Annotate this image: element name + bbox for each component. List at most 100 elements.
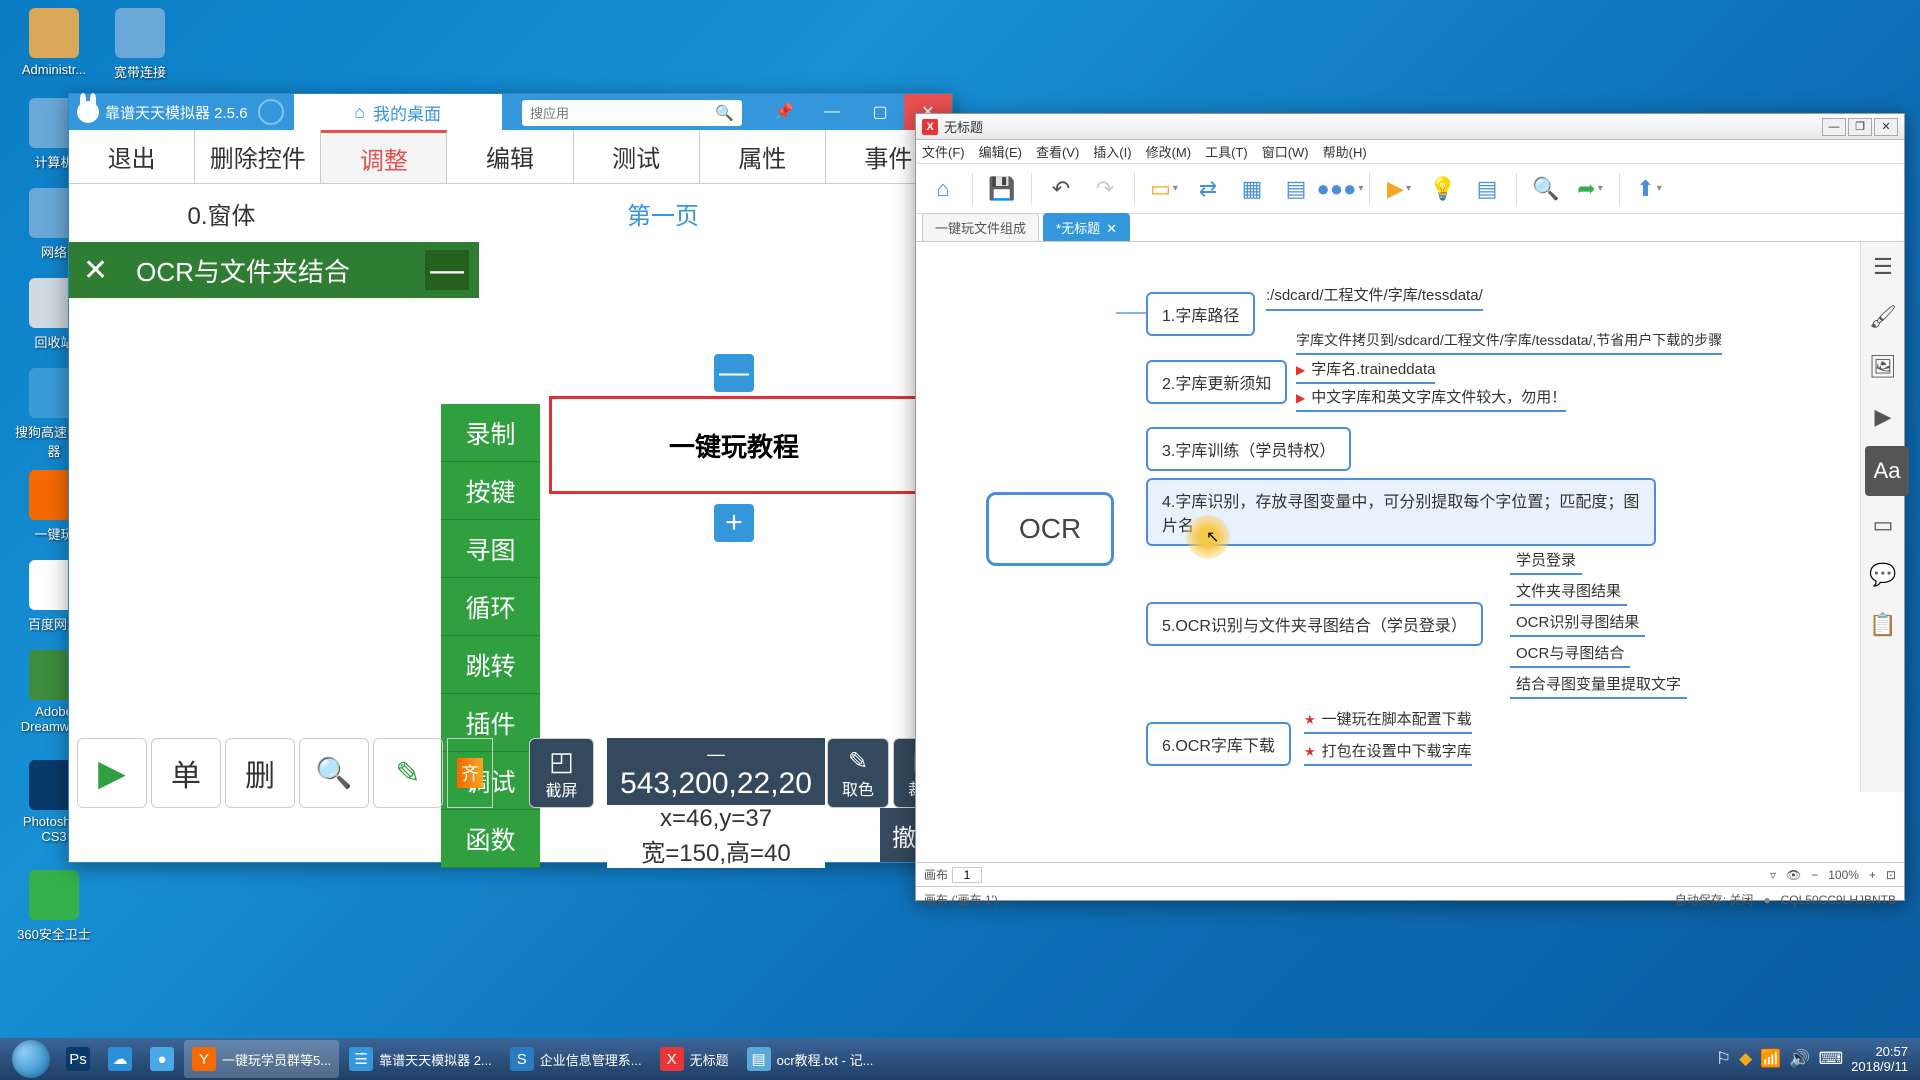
play-button[interactable]: ▶ xyxy=(77,738,147,808)
tutorial-element[interactable]: 一键玩教程 xyxy=(549,396,919,494)
tray-shield-icon[interactable]: ◆ xyxy=(1739,1049,1752,1069)
btn-loop[interactable]: 循环 xyxy=(441,578,540,636)
gantt-icon[interactable]: ▤ xyxy=(1468,170,1506,208)
sub-5-1[interactable]: 学员登录 xyxy=(1510,546,1582,575)
page-label[interactable]: 第一页 xyxy=(374,184,952,242)
zoom-icon[interactable]: 🔍 xyxy=(1527,170,1565,208)
notes-icon[interactable]: ▭ xyxy=(1861,500,1905,550)
mindmap-canvas[interactable]: OCR 1.字库路径 :/sdcard/工程文件/字库/tessdata/ 2.… xyxy=(916,242,1904,862)
btn-jump[interactable]: 跳转 xyxy=(441,636,540,694)
fit-icon[interactable]: ⊡ xyxy=(1886,868,1896,882)
tray-input-icon[interactable]: ⌨ xyxy=(1819,1049,1844,1069)
user-avatar-icon[interactable] xyxy=(258,99,284,125)
redo-icon[interactable]: ↷ xyxy=(1086,170,1124,208)
format-icon[interactable]: 🖌 xyxy=(1861,292,1905,342)
btn-exit[interactable]: 退出 xyxy=(69,130,195,183)
align-tool[interactable]: 齐 xyxy=(447,738,493,808)
brainstorm-icon[interactable]: 💡 xyxy=(1424,170,1462,208)
ocr-chip[interactable]: ✕ OCR与文件夹结合 — xyxy=(69,242,479,298)
node-3[interactable]: 3.字库训练（学员特权） xyxy=(1146,427,1351,471)
xmind-titlebar[interactable]: X 无标题 — ❐ ✕ xyxy=(916,114,1904,140)
btn-record[interactable]: 录制 xyxy=(441,404,540,462)
btn-property[interactable]: 属性 xyxy=(700,130,826,183)
boundary-icon[interactable]: ▦ xyxy=(1233,170,1271,208)
minus-icon[interactable]: — xyxy=(425,250,469,290)
btn-key[interactable]: 按键 xyxy=(441,462,540,520)
search-box[interactable]: 🔍 xyxy=(522,100,742,126)
close-button[interactable]: ✕ xyxy=(1874,118,1898,136)
sub-5-3[interactable]: OCR识别寻图结果 xyxy=(1510,608,1645,637)
menu-edit[interactable]: 编辑(E) xyxy=(979,142,1022,161)
tab-my-desktop[interactable]: ⌂我的桌面 xyxy=(294,94,502,130)
menu-help[interactable]: 帮助(H) xyxy=(1323,142,1367,161)
screenshot-tool[interactable]: ◰截屏 xyxy=(529,738,594,808)
zoom-level[interactable]: 100% xyxy=(1828,868,1859,882)
outline-icon[interactable]: ☰ xyxy=(1861,242,1905,292)
home-icon[interactable]: ⌂ xyxy=(924,170,962,208)
start-button[interactable] xyxy=(4,1038,58,1080)
tray-volume-icon[interactable]: 🔊 xyxy=(1789,1049,1810,1069)
emulator-titlebar[interactable]: 靠谱天天模拟器 2.5.6 ⌂我的桌面 ☾游戏中心 🔍 📌 — ▢ ✕ xyxy=(69,94,952,130)
menu-view[interactable]: 查看(V) xyxy=(1036,142,1079,161)
sub-5-4[interactable]: OCR与寻图结合 xyxy=(1510,639,1630,668)
search-icon[interactable]: 🔍 xyxy=(715,104,734,122)
tab-doc-2[interactable]: *无标题✕ xyxy=(1043,213,1130,241)
menu-tools[interactable]: 工具(T) xyxy=(1205,142,1248,161)
btn-function[interactable]: 函数 xyxy=(441,810,540,868)
system-tray[interactable]: ⚐ ◆ 📶 🔊 ⌨ 20:57 2018/9/11 xyxy=(1716,1044,1916,1074)
more-icon[interactable]: ●●●▾ xyxy=(1321,170,1359,208)
sub-6-1[interactable]: 一键玩在脚本配置下载 xyxy=(1304,708,1472,734)
sub-5-2[interactable]: 文件夹寻图结果 xyxy=(1510,577,1627,606)
layer-input[interactable] xyxy=(952,867,982,883)
btn-delete-control[interactable]: 删除控件 xyxy=(195,130,321,183)
minimize-button[interactable]: — xyxy=(1822,118,1846,136)
delete-button[interactable]: 删 xyxy=(225,738,295,808)
menu-window[interactable]: 窗口(W) xyxy=(1262,142,1309,161)
handle-top[interactable]: — xyxy=(714,354,754,392)
comments-icon[interactable]: 💬 xyxy=(1861,550,1905,600)
maximize-button[interactable]: ▢ xyxy=(856,94,904,130)
taskbar-item-1[interactable]: ☁ xyxy=(100,1040,140,1078)
edit-tool[interactable]: ✎ xyxy=(373,738,443,808)
single-button[interactable]: 单 xyxy=(151,738,221,808)
topic-icon[interactable]: ▭▾ xyxy=(1145,170,1183,208)
node-6[interactable]: 6.OCR字库下载 xyxy=(1146,722,1291,766)
zoom-out-icon[interactable]: − xyxy=(1811,868,1818,882)
close-icon[interactable]: ✕ xyxy=(83,253,108,288)
menu-file[interactable]: 文件(F) xyxy=(922,142,965,161)
restore-button[interactable]: ❐ xyxy=(1848,118,1872,136)
node-1[interactable]: 1.字库路径 xyxy=(1146,292,1255,336)
zoom-in-icon[interactable]: + xyxy=(1869,868,1876,882)
search-input[interactable] xyxy=(530,106,715,121)
form-label[interactable]: 0.窗体 xyxy=(69,184,374,242)
node-root[interactable]: OCR xyxy=(986,492,1114,566)
btn-adjust[interactable]: 调整 xyxy=(321,130,447,183)
summary-icon[interactable]: ▤ xyxy=(1277,170,1315,208)
taskbar-item-6[interactable]: X无标题 xyxy=(652,1040,737,1078)
relation-icon[interactable]: ⇄ xyxy=(1189,170,1227,208)
desktop-icon-10[interactable]: 360安全卫士 xyxy=(14,870,94,943)
label-icon[interactable]: Aa xyxy=(1865,446,1909,496)
taskbar-item-4[interactable]: ☰靠谱天天模拟器 2... xyxy=(341,1040,500,1078)
handle-bottom[interactable]: + xyxy=(714,504,754,542)
desktop-icon-0[interactable]: Administr... xyxy=(14,8,94,77)
desktop-icon-1[interactable]: 宽带连接 xyxy=(100,8,180,81)
eye-icon[interactable]: 👁 xyxy=(1786,868,1801,882)
tray-flag-icon[interactable]: ⚐ xyxy=(1716,1049,1731,1069)
sub-5-5[interactable]: 结合寻图变量里提取文字 xyxy=(1510,670,1687,699)
export-icon[interactable]: ⬆▾ xyxy=(1630,170,1668,208)
pick-color-tool[interactable]: ✎取色 xyxy=(827,738,889,808)
tray-network-icon[interactable]: 📶 xyxy=(1760,1049,1781,1069)
sub-6-2[interactable]: 打包在设置中下载字库 xyxy=(1304,740,1472,766)
save-icon[interactable]: 💾 xyxy=(983,170,1021,208)
node-5[interactable]: 5.OCR识别与文件夹寻图结合（学员登录） xyxy=(1146,602,1483,646)
taskbar-item-5[interactable]: S企业信息管理系... xyxy=(502,1040,650,1078)
tab-doc-1[interactable]: 一键玩文件组成 xyxy=(922,213,1039,241)
search-tool[interactable]: 🔍 xyxy=(299,738,369,808)
minimize-button[interactable]: — xyxy=(808,94,856,130)
btn-findimg[interactable]: 寻图 xyxy=(441,520,540,578)
taskbar-item-0[interactable]: Ps xyxy=(58,1040,98,1078)
tab-close-icon[interactable]: ✕ xyxy=(1106,221,1117,236)
image-icon[interactable]: 🖼 xyxy=(1861,342,1905,392)
present-icon[interactable]: ▶▾ xyxy=(1380,170,1418,208)
